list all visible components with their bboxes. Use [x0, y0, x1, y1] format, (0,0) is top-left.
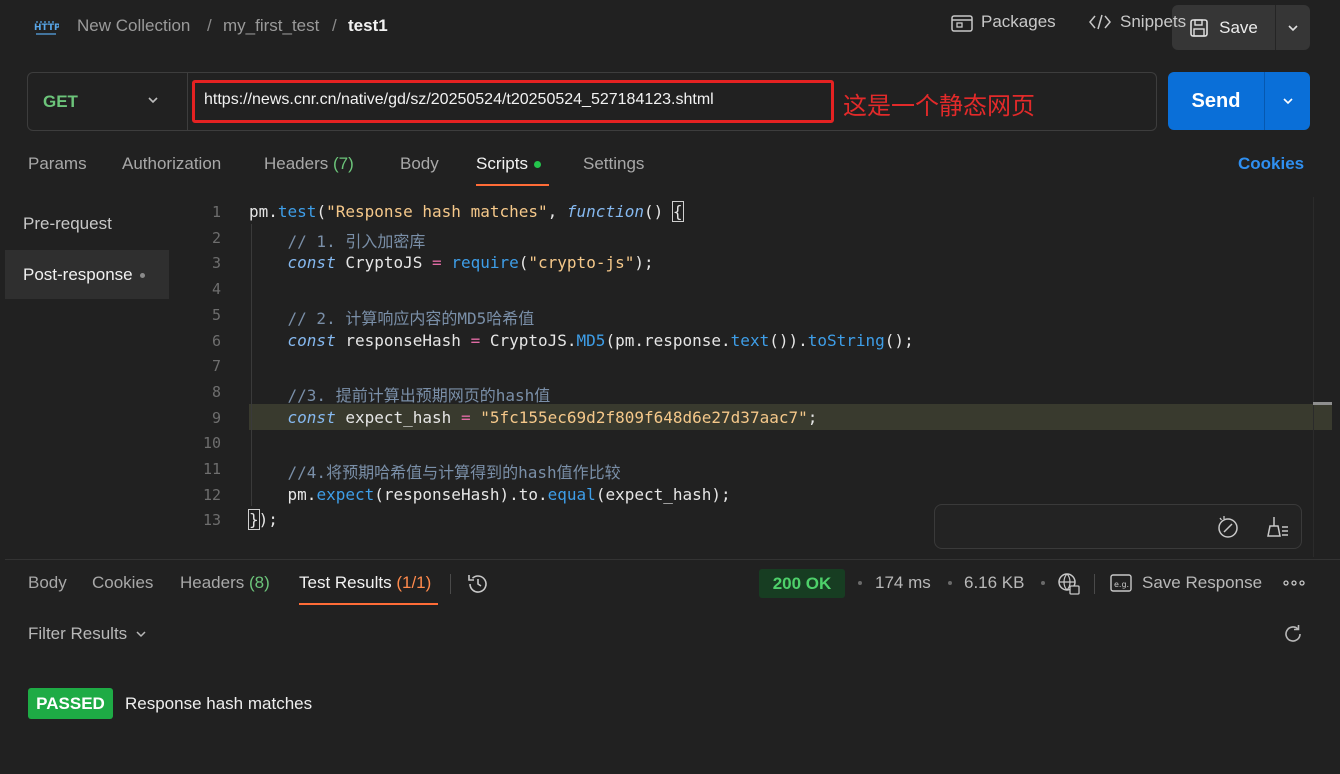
line-number: 4 — [211, 280, 221, 299]
code-line: pm.test("Response hash matches", functio… — [249, 201, 684, 222]
line-number: 9 — [211, 408, 221, 427]
tab-separator — [450, 574, 451, 594]
code-line: const expect_hash = "5fc155ec69d2f809f64… — [287, 407, 818, 427]
code-line: const responseHash = CryptoJS.MD5(pm.res… — [287, 330, 914, 350]
more-options-icon[interactable] — [1283, 576, 1305, 590]
breadcrumb-folder[interactable]: my_first_test — [223, 16, 319, 36]
tab-headers[interactable]: Headers (7) — [264, 154, 354, 174]
scrollbar-marker — [1313, 402, 1332, 405]
line-number: 10 — [202, 434, 221, 453]
code-line: //3. 提前计算出预期网页的hash值 — [249, 385, 551, 405]
history-icon[interactable] — [466, 572, 490, 596]
active-tab-underline — [476, 184, 549, 186]
url-input[interactable]: https://news.cnr.cn/native/gd/sz/2025052… — [204, 91, 714, 109]
save-options-button[interactable] — [1276, 5, 1310, 50]
method-label: GET — [43, 91, 78, 111]
breadcrumb-request[interactable]: test1 — [348, 16, 388, 36]
line-number: 11 — [202, 460, 221, 478]
test-result-name: Response hash matches — [125, 694, 313, 713]
method-select[interactable]: GET — [28, 73, 188, 130]
test-passed-badge: PASSED — [28, 688, 113, 719]
meta-separator-dot — [948, 581, 952, 585]
line-number: 2 — [211, 228, 221, 247]
response-tab-test-results[interactable]: Test Results (1/1) — [299, 573, 431, 593]
breadcrumb-separator: / — [332, 16, 337, 35]
response-tab-cookies[interactable]: Cookies — [92, 573, 153, 593]
code-line: //4.将预期哈希值与计算得到的hash值作比较 — [249, 463, 621, 482]
active-response-tab-underline — [299, 603, 438, 605]
package-icon — [951, 15, 973, 32]
code-line: pm.expect(responseHash).to.equal(expect_… — [249, 484, 731, 504]
response-tab-headers[interactable]: Headers (8) — [180, 573, 270, 593]
code-line: // 1. 引入加密库 — [249, 231, 426, 251]
meta-separator-dot — [1041, 581, 1045, 585]
example-icon: e.g. — [1110, 574, 1132, 592]
code-line: // 2. 计算响应内容的MD5哈希值 — [249, 308, 535, 328]
packages-button[interactable]: Packages — [951, 12, 1056, 32]
editor-scrollbar[interactable] — [1313, 197, 1332, 557]
chevron-down-icon — [136, 631, 146, 638]
tab-scripts[interactable]: Scripts — [476, 154, 541, 174]
svg-text:e.g.: e.g. — [1114, 580, 1129, 589]
code-icon — [1089, 14, 1111, 30]
line-number: 1 — [211, 203, 221, 221]
line-number: 13 — [202, 511, 221, 530]
snippets-button[interactable]: Snippets — [1088, 12, 1186, 32]
line-number: 12 — [202, 485, 221, 504]
filter-results-dropdown[interactable]: Filter Results — [28, 624, 148, 644]
line-number: 3 — [211, 254, 221, 273]
postman-window: HTTP New Collection / my_first_test / te… — [0, 0, 1340, 774]
svg-text:HTTP: HTTP — [34, 23, 59, 33]
chevron-down-icon — [148, 97, 158, 104]
tab-settings[interactable]: Settings — [583, 154, 644, 174]
save-response-button[interactable]: e.g. Save Response — [1110, 573, 1262, 593]
line-number: 8 — [211, 382, 221, 401]
tab-authorization[interactable]: Authorization — [122, 154, 221, 174]
subnav-pre-request[interactable]: Pre-request — [23, 214, 112, 234]
subnav-post-response[interactable]: Post-response — [23, 265, 145, 285]
line-number: 5 — [211, 305, 221, 324]
send-button-group: Send — [1168, 72, 1310, 130]
send-button[interactable]: Send — [1168, 72, 1265, 130]
scripts-indicator-dot — [533, 161, 541, 169]
network-globe-icon[interactable] — [1057, 572, 1081, 596]
save-label: Save — [1219, 17, 1258, 37]
meta-separator — [1094, 574, 1095, 594]
response-tab-body[interactable]: Body — [28, 573, 67, 593]
ai-assist-icon[interactable] — [1216, 515, 1240, 539]
chevron-down-icon — [1282, 98, 1293, 105]
response-size: 6.16 KB — [964, 573, 1025, 592]
clear-format-icon[interactable] — [1266, 515, 1290, 539]
cookies-link[interactable]: Cookies — [1238, 154, 1304, 174]
status-badge: 200 OK — [759, 569, 845, 598]
annotation-text: 这是一个静态网页 — [843, 92, 1035, 120]
editor-toolbar — [934, 504, 1302, 549]
code-line: }); — [248, 509, 278, 531]
tab-body[interactable]: Body — [400, 154, 439, 174]
chevron-down-icon — [1288, 24, 1298, 31]
response-time: 174 ms — [875, 573, 931, 592]
line-number: 7 — [211, 357, 221, 376]
meta-separator-dot — [858, 581, 862, 585]
breadcrumb-collection[interactable]: New Collection — [77, 16, 190, 36]
send-options-button[interactable] — [1265, 72, 1310, 130]
line-number: 6 — [211, 331, 221, 350]
save-icon — [1190, 18, 1208, 37]
tab-params[interactable]: Params — [28, 154, 87, 174]
http-request-icon: HTTP — [34, 21, 59, 35]
save-button[interactable]: Save — [1172, 5, 1276, 50]
pane-divider[interactable] — [5, 559, 1340, 560]
breadcrumb-separator: / — [207, 16, 212, 35]
save-button-group: Save — [1172, 5, 1310, 50]
refresh-icon[interactable] — [1282, 623, 1304, 645]
code-line: const CryptoJS = require("crypto-js"); — [287, 253, 654, 273]
